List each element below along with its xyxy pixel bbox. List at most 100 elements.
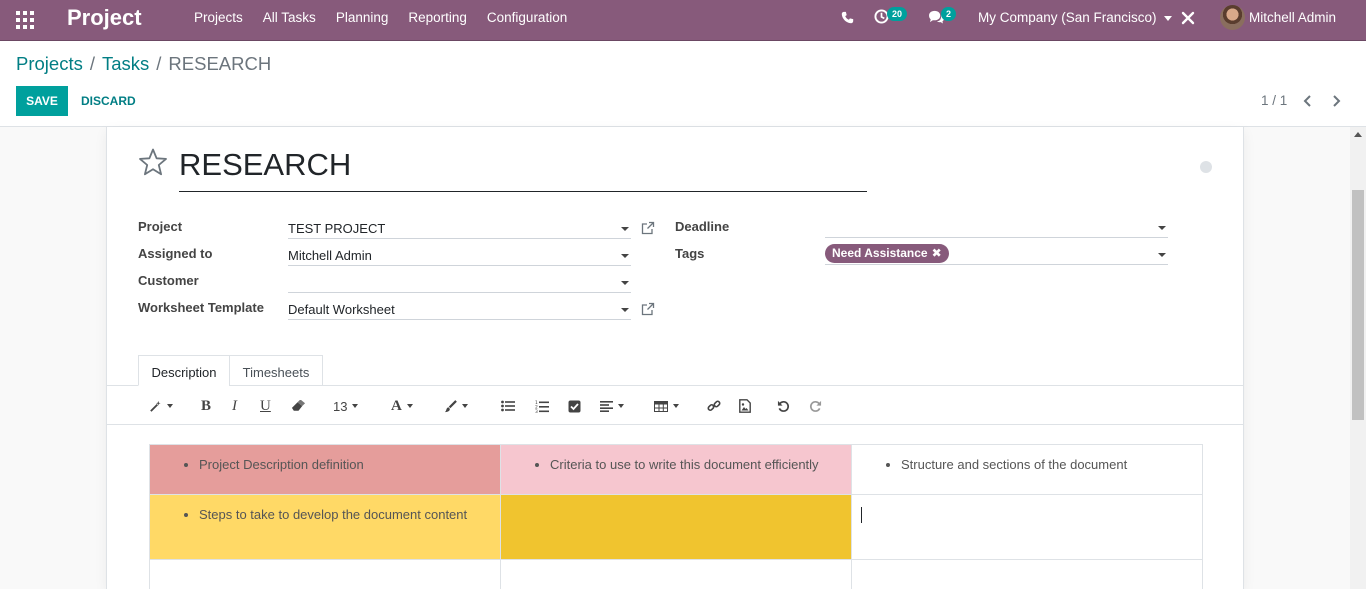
text-cursor — [861, 507, 862, 523]
phone-icon[interactable] — [841, 11, 854, 24]
bullet-list-icon — [501, 400, 515, 412]
discard-button[interactable]: DISCARD — [75, 86, 142, 116]
tab-timesheets[interactable]: Timesheets — [229, 355, 323, 386]
chevron-left-icon[interactable] — [1301, 93, 1315, 109]
dropdown-caret-icon — [621, 254, 629, 258]
pager-value[interactable]: 1 / 1 — [1261, 93, 1287, 108]
menu-projects[interactable]: Projects — [194, 10, 243, 25]
table-button[interactable] — [654, 398, 679, 414]
breadcrumb-current: RESEARCH — [168, 53, 272, 74]
chevron-down-icon — [1163, 15, 1172, 21]
tag-badge: Need Assistance ✖ — [825, 244, 949, 263]
font-size-button[interactable]: 13 — [333, 398, 359, 414]
customer-field[interactable] — [288, 271, 631, 293]
debug-tools-icon[interactable] — [1181, 11, 1195, 25]
table-cell[interactable]: Structure and sections of the document — [851, 444, 1203, 495]
save-button[interactable]: SAVE — [16, 86, 68, 116]
table-cell[interactable]: Project Description definition — [149, 444, 501, 495]
menu-all-tasks[interactable]: All Tasks — [263, 10, 316, 25]
project-value: TEST PROJECT — [288, 221, 386, 236]
remove-tag-icon[interactable]: ✖ — [932, 246, 942, 260]
tab-description[interactable]: Description — [138, 355, 230, 386]
chevron-down-icon — [406, 404, 413, 408]
dropdown-caret-icon — [621, 281, 629, 285]
align-left-icon — [600, 400, 613, 412]
worksheet-template-field[interactable]: Default Worksheet — [288, 298, 631, 320]
italic-button[interactable]: I — [232, 398, 237, 414]
project-label: Project — [138, 219, 183, 234]
project-field[interactable]: TEST PROJECT — [288, 217, 631, 239]
link-button[interactable] — [707, 398, 721, 414]
table-cell[interactable] — [500, 494, 852, 560]
messages-count-badge: 2 — [941, 7, 957, 21]
company-name: My Company (San Francisco) — [978, 10, 1157, 25]
vertical-scrollbar[interactable] — [1350, 127, 1366, 589]
image-button[interactable] — [739, 398, 751, 414]
kanban-state-indicator[interactable] — [1200, 161, 1212, 173]
list-item: Steps to take to develop the document co… — [199, 507, 490, 522]
remove-format-button[interactable] — [291, 398, 306, 414]
table-cell[interactable]: Criteria to use to write this document e… — [500, 444, 852, 495]
apps-menu-icon[interactable] — [16, 11, 34, 29]
user-menu[interactable]: Mitchell Admin — [1249, 10, 1336, 25]
form-sheet: RESEARCH Project TEST PROJECT Assigned t… — [106, 127, 1244, 589]
bold-button[interactable]: B — [201, 398, 211, 414]
description-table[interactable]: Project Description definition Criteria … — [149, 444, 1203, 589]
chevron-down-icon — [618, 404, 624, 408]
worksheet-template-label: Worksheet Template — [138, 300, 264, 315]
dropdown-caret-icon — [621, 308, 629, 312]
unordered-list-button[interactable] — [501, 398, 515, 414]
app-title[interactable]: Project — [67, 5, 142, 31]
paragraph-align-button[interactable] — [600, 398, 624, 414]
chevron-down-icon — [352, 404, 359, 408]
font-color-button[interactable]: A — [391, 398, 413, 414]
checkbox-icon — [568, 400, 581, 412]
numbered-list-icon: 123 — [535, 400, 549, 413]
dropdown-caret-icon — [1158, 226, 1166, 230]
background-color-button[interactable] — [444, 398, 468, 414]
menu-configuration[interactable]: Configuration — [487, 10, 567, 25]
assigned-to-field[interactable]: Mitchell Admin — [288, 244, 631, 266]
font-color-icon: A — [391, 397, 402, 414]
scroll-up-arrow-icon[interactable] — [1354, 132, 1362, 137]
table-cell[interactable] — [500, 559, 852, 589]
undo-icon — [777, 400, 790, 412]
font-size-value: 13 — [333, 398, 348, 414]
ordered-list-button[interactable]: 123 — [535, 398, 549, 414]
menu-reporting[interactable]: Reporting — [408, 10, 467, 25]
checklist-button[interactable] — [568, 398, 581, 414]
list-item: Project Description definition — [199, 457, 490, 472]
chevron-down-icon — [462, 404, 468, 408]
dropdown-caret-icon — [1158, 253, 1166, 257]
control-panel: Projects / Tasks / RESEARCH SAVE DISCARD… — [0, 41, 1366, 127]
breadcrumb-separator: / — [89, 53, 95, 74]
table-cell[interactable] — [851, 559, 1203, 589]
undo-button[interactable] — [777, 398, 790, 414]
assigned-to-label: Assigned to — [138, 246, 213, 261]
menu-planning[interactable]: Planning — [336, 10, 389, 25]
table-cell[interactable] — [149, 559, 501, 589]
redo-button[interactable] — [809, 398, 822, 414]
customer-label: Customer — [138, 273, 199, 288]
paint-brush-icon — [444, 399, 457, 412]
breadcrumb-projects[interactable]: Projects — [16, 53, 83, 75]
user-avatar[interactable] — [1220, 5, 1245, 30]
chevron-down-icon — [673, 404, 679, 408]
external-link-icon[interactable] — [641, 221, 655, 235]
underline-button[interactable]: U — [260, 398, 271, 414]
chevron-right-icon[interactable] — [1329, 93, 1343, 109]
table-cell[interactable] — [851, 494, 1203, 560]
table-cell[interactable]: Steps to take to develop the document co… — [149, 494, 501, 560]
svg-text:3: 3 — [535, 409, 538, 413]
star-icon[interactable] — [137, 147, 169, 179]
company-switcher[interactable]: My Company (San Francisco) — [978, 10, 1172, 25]
list-item: Structure and sections of the document — [901, 457, 1192, 472]
task-name-input[interactable]: RESEARCH — [179, 144, 867, 192]
magic-wand-icon — [150, 400, 161, 412]
deadline-field[interactable] — [825, 216, 1168, 238]
style-button[interactable] — [149, 398, 173, 414]
breadcrumb-tasks[interactable]: Tasks — [102, 53, 149, 75]
editor-toolbar: B I U 13 A 123 — [107, 386, 1243, 425]
external-link-icon[interactable] — [641, 302, 655, 316]
scrollbar-thumb[interactable] — [1352, 190, 1364, 420]
